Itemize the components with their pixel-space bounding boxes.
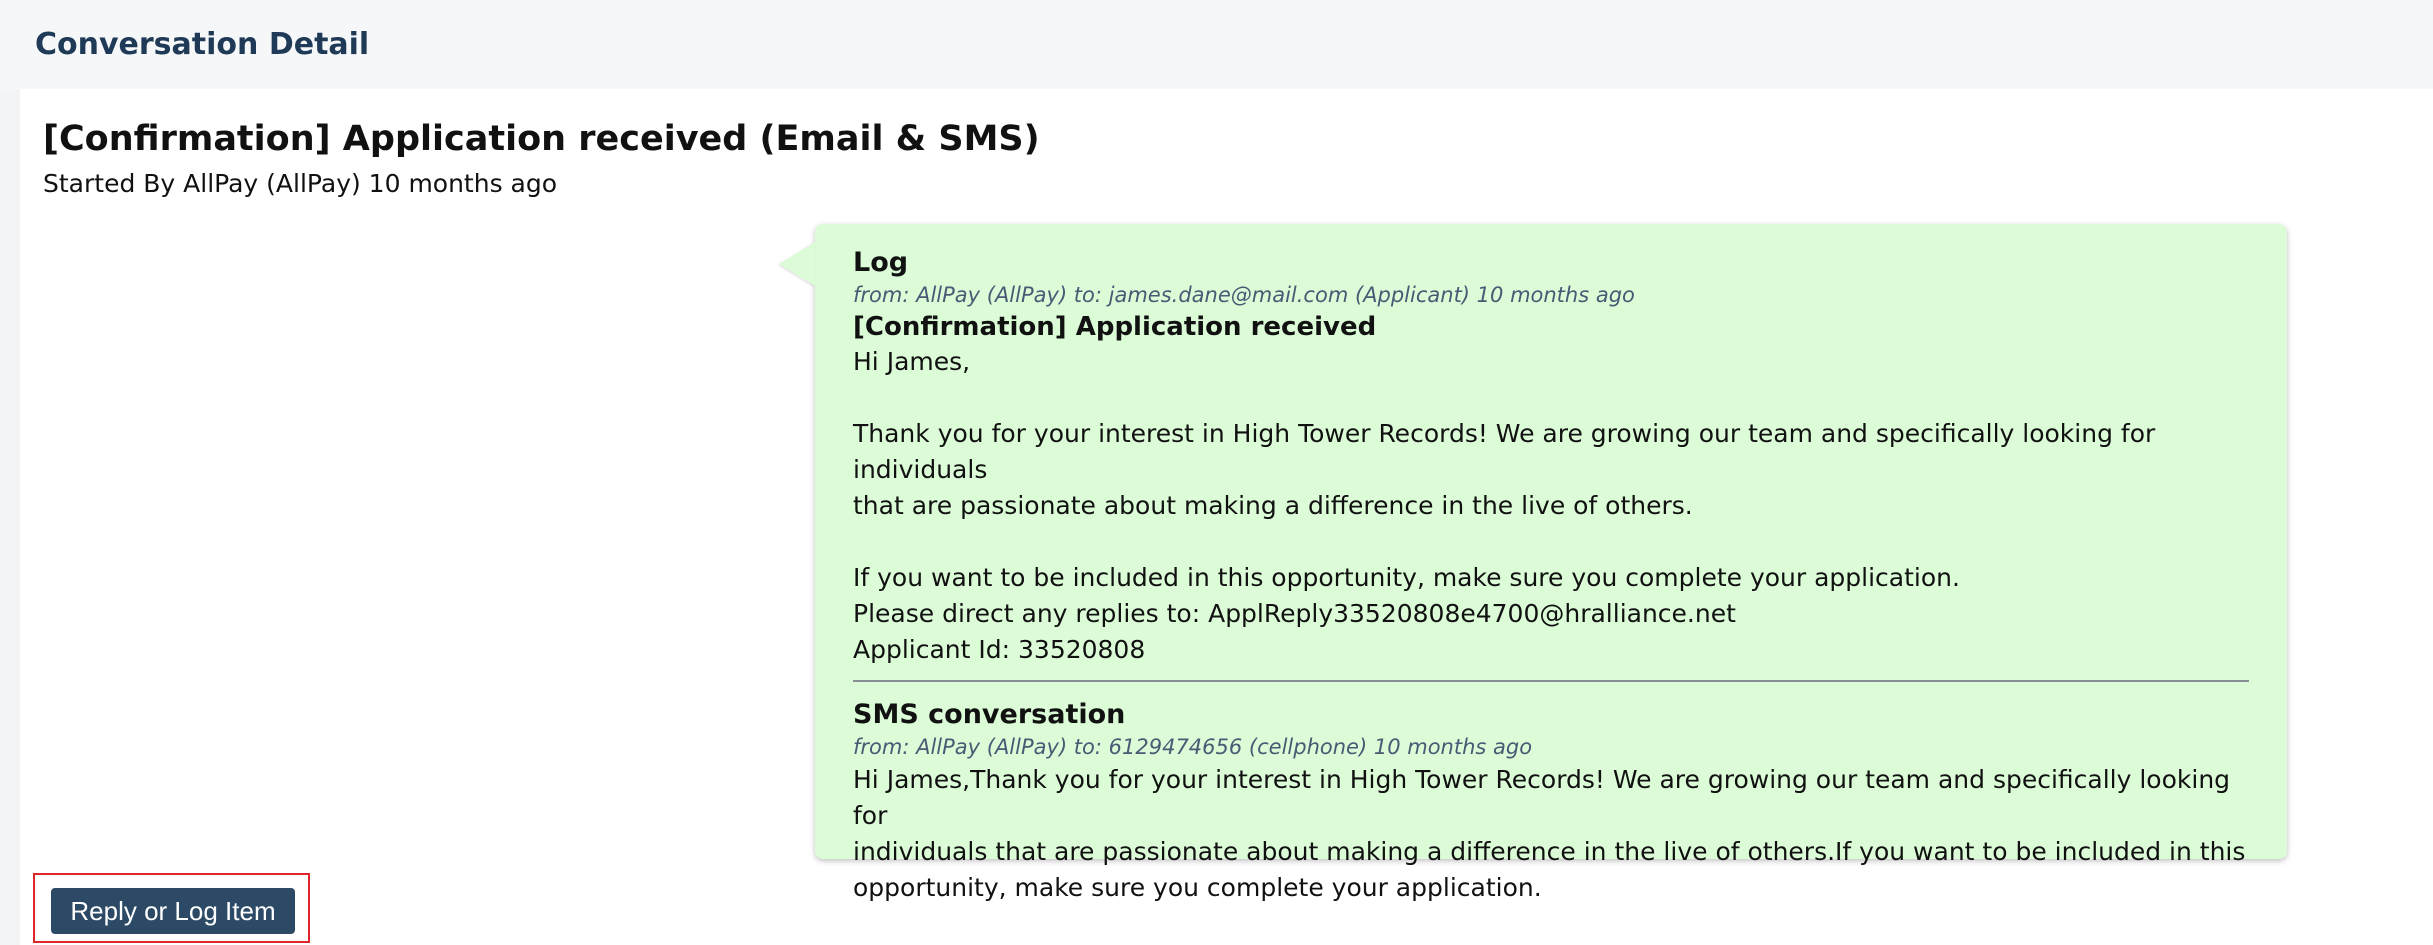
body-greeting: Hi James, (853, 347, 971, 376)
message-body: Hi James,Thank you for your interest in … (853, 762, 2249, 906)
message-meta: from: AllPay (AllPay) to: 6129474656 (ce… (853, 735, 1533, 759)
page-header: Conversation Detail (0, 0, 2433, 89)
conversation-started-by: Started By AllPay (AllPay) 10 months ago (43, 169, 558, 198)
reply-or-log-item-button[interactable]: Reply or Log Item (51, 888, 295, 934)
conversation-title: [Confirmation] Application received (Ema… (43, 119, 1040, 159)
reply-button-highlight: Reply or Log Item (33, 873, 310, 943)
body-line: If you want to be included in this oppor… (853, 563, 1960, 592)
body-line: Thank you for your interest in High Towe… (853, 419, 2156, 484)
message-type-label: SMS conversation (853, 699, 1126, 730)
bubble-tail (779, 242, 815, 286)
conversation-panel: [Confirmation] Application received (Ema… (20, 89, 2433, 945)
message-subject: [Confirmation] Application received (853, 312, 1377, 342)
body-line: individuals that are passionate about ma… (853, 837, 2246, 866)
message-meta: from: AllPay (AllPay) to: james.dane@mai… (853, 283, 1635, 307)
page-title: Conversation Detail (35, 27, 370, 62)
message-type-label: Log (853, 247, 909, 278)
sms-message: SMS conversation from: AllPay (AllPay) t… (853, 698, 2249, 906)
body-line: Hi James,Thank you for your interest in … (853, 765, 2231, 830)
body-line: opportunity, make sure you complete your… (853, 873, 1542, 902)
body-line: that are passionate about making a diffe… (853, 491, 1693, 520)
message-divider (853, 680, 2249, 682)
body-line: Applicant Id: 33520808 (853, 635, 1146, 664)
message-bubble: Log from: AllPay (AllPay) to: james.dane… (779, 224, 2287, 902)
body-line: Please direct any replies to: ApplReply3… (853, 599, 1736, 628)
message-body: Hi James, Thank you for your interest in… (853, 344, 2249, 668)
log-message: Log from: AllPay (AllPay) to: james.dane… (853, 246, 2249, 668)
